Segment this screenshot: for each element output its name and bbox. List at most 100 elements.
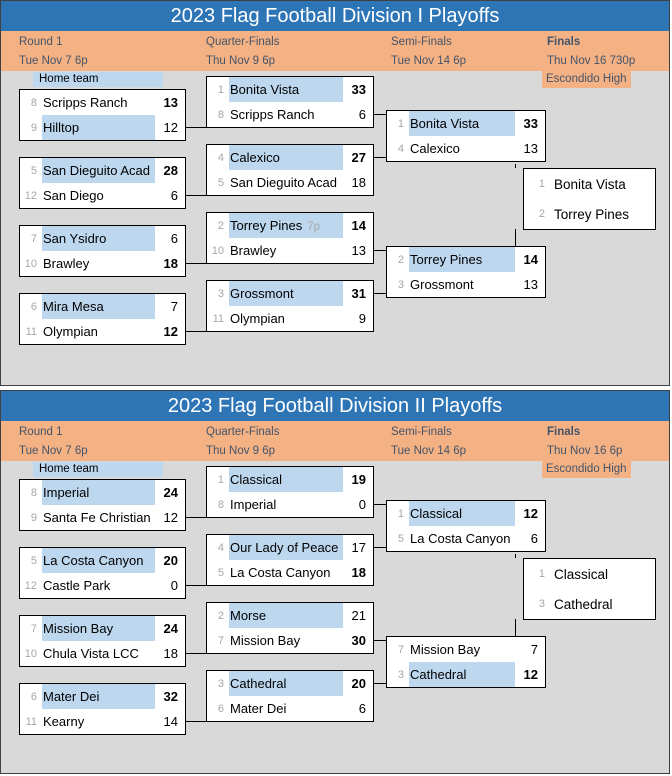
match-box[interactable]: 6 Mater Dei 32 11 Kearny 14: [19, 683, 186, 735]
team-seed: 10: [24, 257, 37, 270]
round-name: Round 1: [19, 36, 63, 48]
match-box[interactable]: 4 Our Lady of Peace 17 5 La Costa Canyon 18: [206, 534, 374, 586]
team-row: 4 Calexico 27: [207, 145, 373, 170]
round-header-quarterfinals: Quarter-Finals Thu Nov 9 6p: [206, 33, 280, 71]
match-box[interactable]: 2 Torrey Pines 7p 14 10 Brawley 13: [206, 212, 374, 264]
division-2-title: 2023 Flag Football Division II Playoffs: [1, 391, 669, 421]
match-box[interactable]: 2 Morse 21 7 Mission Bay 30: [206, 602, 374, 654]
team-name: Our Lady of Peace: [230, 540, 339, 555]
team-score: 18: [163, 256, 178, 271]
match-box[interactable]: 7 San Ysidro 6 10 Brawley 18: [19, 225, 186, 277]
team-seed: 11: [212, 312, 224, 325]
final-match-box[interactable]: 1 Classical 3 Cathedral: [523, 558, 656, 620]
match-box[interactable]: 7 Mission Bay 7 3 Cathedral 12: [386, 636, 546, 688]
team-seed: 6: [30, 690, 37, 703]
team-name: Mater Dei: [230, 701, 287, 716]
team-score: 7: [530, 642, 538, 657]
round-date: Tue Nov 14 6p: [391, 445, 467, 457]
match-box[interactable]: 6 Mira Mesa 7 11 Olympian 12: [19, 293, 186, 345]
round-header-semifinals: Semi-Finals Tue Nov 14 6p: [391, 423, 466, 461]
team-name: Mission Bay: [43, 621, 114, 636]
team-name: Kearny: [43, 714, 85, 729]
bracket-connector: [374, 250, 386, 251]
team-score: 13: [351, 243, 366, 258]
team-seed: 7: [30, 622, 37, 635]
team-seed: 6: [217, 702, 224, 715]
bracket-connector: [186, 127, 206, 128]
match-box[interactable]: 1 Bonita Vista 33 4 Calexico 13: [386, 110, 546, 162]
match-box[interactable]: 4 Calexico 27 5 San Dieguito Acad 18: [206, 144, 374, 196]
team-seed: 1: [397, 117, 404, 130]
team-name: Morse: [230, 608, 267, 623]
team-row: 9 Hilltop 12: [20, 115, 185, 140]
round-date: Thu Nov 9 6p: [206, 55, 276, 67]
final-match-box[interactable]: 1 Bonita Vista 2 Torrey Pines: [523, 168, 656, 230]
team-seed: 5: [397, 532, 404, 545]
team-score: 21: [351, 608, 366, 623]
team-seed: 8: [30, 486, 37, 499]
team-seed: 2: [217, 219, 224, 232]
match-box[interactable]: 1 Classical 12 5 La Costa Canyon 6: [386, 500, 546, 552]
team-row: 5 San Dieguito Acad 28: [20, 158, 185, 183]
team-row: 3 Grossmont 31: [207, 281, 373, 306]
bracket-connector: [515, 164, 516, 168]
team-name: Torrey Pines: [410, 252, 483, 267]
team-name: La Costa Canyon: [43, 553, 144, 568]
team-seed: 2: [397, 253, 404, 266]
match-box[interactable]: 8 Imperial 24 9 Santa Fe Christian 12: [19, 479, 186, 531]
team-name: Bonita Vista: [230, 82, 300, 97]
team-name: Olympian: [43, 324, 98, 339]
team-seed: 10: [211, 244, 224, 257]
team-name: San Ysidro: [43, 231, 107, 246]
match-box[interactable]: 3 Grossmont 31 11 Olympian 9: [206, 280, 374, 332]
bracket-connector: [374, 157, 386, 158]
team-score: 9: [358, 311, 366, 326]
team-row: 6 Mater Dei 32: [20, 684, 185, 709]
match-box[interactable]: 5 La Costa Canyon 20 12 Castle Park 0: [19, 547, 186, 599]
match-box[interactable]: 5 San Dieguito Acad 28 12 San Diego 6: [19, 157, 186, 209]
team-seed: 9: [30, 511, 37, 524]
match-box[interactable]: 3 Cathedral 20 6 Mater Dei 6: [206, 670, 374, 722]
team-row: 8 Scripps Ranch 6: [207, 102, 373, 127]
team-seed: 7: [30, 232, 37, 245]
team-score: 18: [351, 565, 366, 580]
team-row: 5 La Costa Canyon 6: [387, 526, 545, 551]
bracket-connector: [374, 504, 386, 505]
team-name: Calexico: [410, 141, 460, 156]
team-name: Olympian: [230, 311, 285, 326]
team-row: 2 Morse 21: [207, 603, 373, 628]
bracket-connector: [186, 653, 206, 654]
team-name: La Costa Canyon: [410, 531, 511, 546]
team-name: Mira Mesa: [43, 299, 104, 314]
team-row: 8 Imperial 24: [20, 480, 185, 505]
team-seed: 5: [217, 566, 224, 579]
team-row: 2 Torrey Pines 14: [387, 247, 545, 272]
team-row: 1 Classical 12: [387, 501, 545, 526]
team-seed: 5: [30, 164, 37, 177]
team-score: 13: [523, 277, 538, 292]
bracket-connector: [515, 229, 516, 246]
team-seed: 8: [217, 498, 224, 511]
team-score: 14: [163, 714, 178, 729]
team-row: 1 Bonita Vista: [524, 169, 655, 199]
team-row: 6 Mira Mesa 7: [20, 294, 185, 319]
bracket-connector: [374, 547, 386, 548]
match-box[interactable]: 8 Scripps Ranch 13 9 Hilltop 12: [19, 89, 186, 141]
match-box[interactable]: 1 Bonita Vista 33 8 Scripps Ranch 6: [206, 76, 374, 128]
team-name: Mission Bay: [410, 642, 481, 657]
team-seed: 12: [24, 579, 37, 592]
round-header-round1: Round 1 Tue Nov 7 6p: [19, 33, 88, 71]
team-name: Mater Dei: [43, 689, 100, 704]
round-header-quarterfinals: Quarter-Finals Thu Nov 9 6p: [206, 423, 280, 461]
division-2-bracket: 2023 Flag Football Division II Playoffs …: [0, 390, 670, 774]
match-box[interactable]: 1 Classical 19 8 Imperial 0: [206, 466, 374, 518]
match-box[interactable]: 7 Mission Bay 24 10 Chula Vista LCC 18: [19, 615, 186, 667]
team-name: San Diego: [43, 188, 104, 203]
team-score: 12: [163, 510, 178, 525]
match-box[interactable]: 2 Torrey Pines 14 3 Grossmont 13: [386, 246, 546, 298]
team-row: 3 Cathedral 12: [387, 662, 545, 687]
round-date: Thu Nov 16 6p: [547, 445, 623, 457]
team-score: 0: [170, 578, 178, 593]
team-row: 10 Brawley 13: [207, 238, 373, 263]
team-name: Brawley: [230, 243, 277, 258]
